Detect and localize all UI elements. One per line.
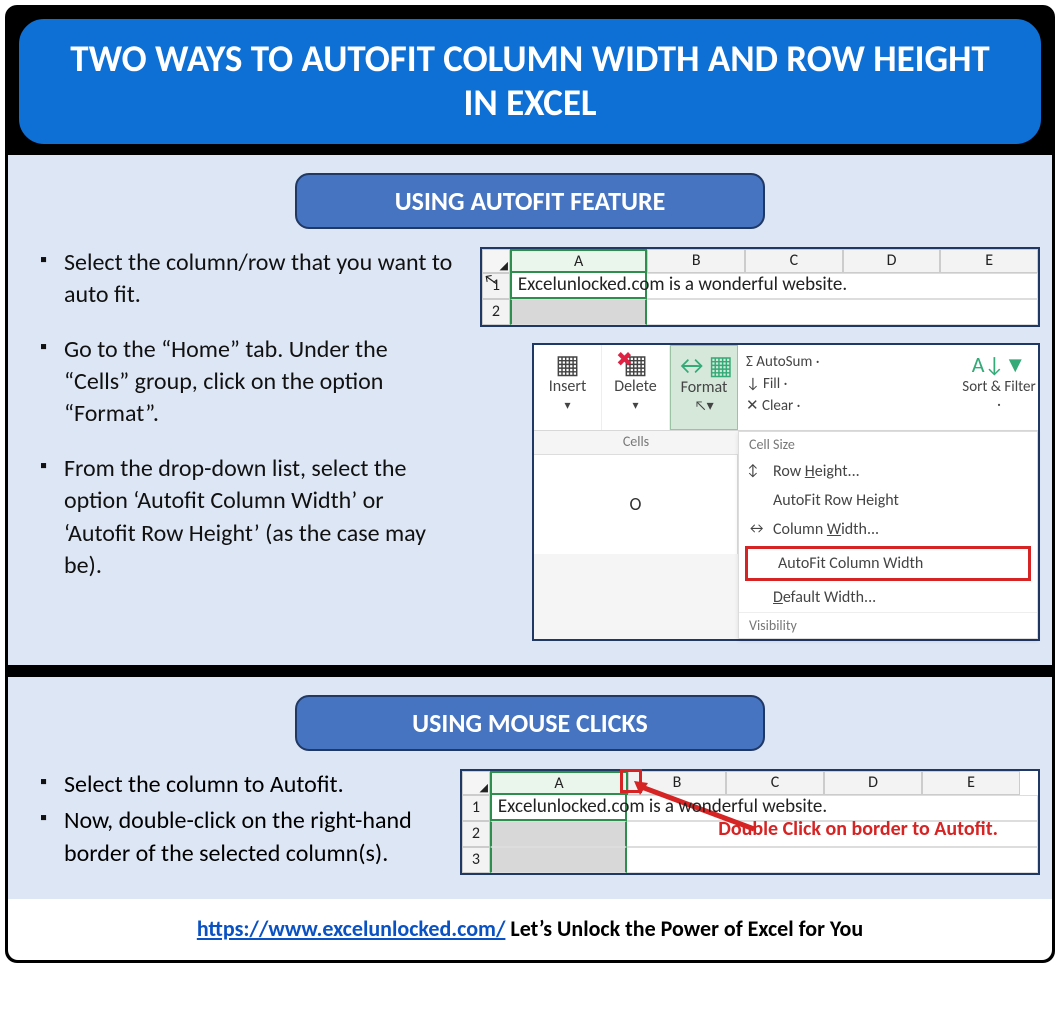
insert-cells-icon: ▦ (534, 351, 601, 377)
select-all-corner: ◢ (462, 771, 490, 795)
row-header-2: 2 (482, 299, 510, 325)
row-header-1: 1 (462, 795, 490, 821)
col-header-e: E (922, 771, 1020, 795)
col-header-e: E (940, 249, 1038, 273)
menu-section-cell-size: Cell Size (739, 432, 1037, 457)
autosum-item: Σ AutoSum · (746, 351, 952, 373)
footer: https://www.excelunlocked.com/ Let’s Unl… (8, 899, 1052, 960)
double-click-callout: Double Click on border to Autofit. (718, 817, 998, 841)
sort-filter-button: A↓▼ Sort & Filter · (960, 345, 1038, 430)
col-header-o: O (630, 493, 642, 515)
menu-default-width: Default Width... (739, 583, 1037, 612)
ribbon-delete-button: ▦✖ Delete▾ (602, 345, 670, 430)
col-header-a: A (490, 771, 628, 795)
menu-row-height: ↕Row Height... (739, 457, 1037, 486)
col-header-b: B (647, 249, 745, 273)
section1-bullets: Select the column/row that you want to a… (36, 247, 456, 605)
row-header-3: 3 (462, 847, 490, 873)
bullet-item: From the drop-down list, select the opti… (36, 453, 456, 583)
bullet-item: Select the column to Autofit. (36, 769, 436, 801)
main-title: TWO WAYS TO AUTOFIT COLUMN WIDTH AND ROW… (16, 16, 1044, 147)
section2-bullets: Select the column to Autofit. Now, doubl… (36, 769, 436, 874)
menu-column-width: ↔Column Width... (739, 515, 1037, 544)
cursor-icon: ↖▾ (694, 397, 713, 414)
sort-filter-icon: A↓▼ (972, 351, 1026, 378)
section2-heading: USING MOUSE CLICKS (295, 695, 765, 751)
ribbon-insert-button: ▦ Insert▾ (534, 345, 602, 430)
cell-a1-text: Excelunlocked.com is a wonderful website… (514, 273, 1034, 297)
fill-item: ↓ Fill · (746, 373, 952, 395)
menu-autofit-row-height: AutoFit Row Height (739, 486, 1037, 515)
delete-cells-icon: ▦✖ (602, 351, 669, 377)
col-header-d: D (824, 771, 922, 795)
cell-a1-text: Excelunlocked.com is a wonderful website… (494, 795, 1014, 819)
col-header-c: C (745, 249, 843, 273)
col-width-icon: ↔ (747, 520, 766, 538)
row-header-2: 2 (462, 821, 490, 847)
bullet-item: Select the column/row that you want to a… (36, 247, 456, 312)
ribbon-editing-group: Σ AutoSum · ↓ Fill · ✕ Clear · (738, 345, 960, 430)
menu-section-visibility: Visibility (739, 612, 1037, 638)
col-header-a: A (510, 249, 648, 273)
col-header-d: D (843, 249, 941, 273)
format-cells-icon: ↔▦ (671, 352, 737, 378)
section-autofit-feature: USING AUTOFIT FEATURE Select the column/… (8, 155, 1052, 665)
excel-ribbon-screenshot: ▦ Insert▾ ▦✖ Delete▾ ↔▦ Format↖▾ Σ Aut (532, 343, 1040, 641)
row-height-icon: ↕ (747, 462, 759, 480)
menu-autofit-column-width: AutoFit Column Width (745, 546, 1031, 581)
footer-tagline: Let’s Unlock the Power of Excel for You (505, 915, 863, 942)
bullet-item: Go to the “Home” tab. Under the “Cells” … (36, 334, 456, 431)
section-mouse-clicks: USING MOUSE CLICKS Select the column to … (8, 677, 1052, 899)
cells-group-label: Cells (534, 431, 738, 454)
infographic-card: TWO WAYS TO AUTOFIT COLUMN WIDTH AND ROW… (5, 5, 1055, 963)
bullet-item: Now, double-click on the right-hand bord… (36, 805, 436, 870)
footer-link[interactable]: https://www.excelunlocked.com/ (197, 915, 506, 942)
ribbon-format-button: ↔▦ Format↖▾ (670, 345, 738, 430)
excel-grid-screenshot-1: ↖ ◢ A B C D E 1 Excelunlocked.com is a w… (480, 247, 1040, 327)
clear-item: ✕ Clear · (746, 395, 952, 417)
section1-heading: USING AUTOFIT FEATURE (295, 173, 765, 229)
excel-grid-screenshot-2: Double Click on border to Autofit. ◢ A B… (460, 769, 1040, 875)
